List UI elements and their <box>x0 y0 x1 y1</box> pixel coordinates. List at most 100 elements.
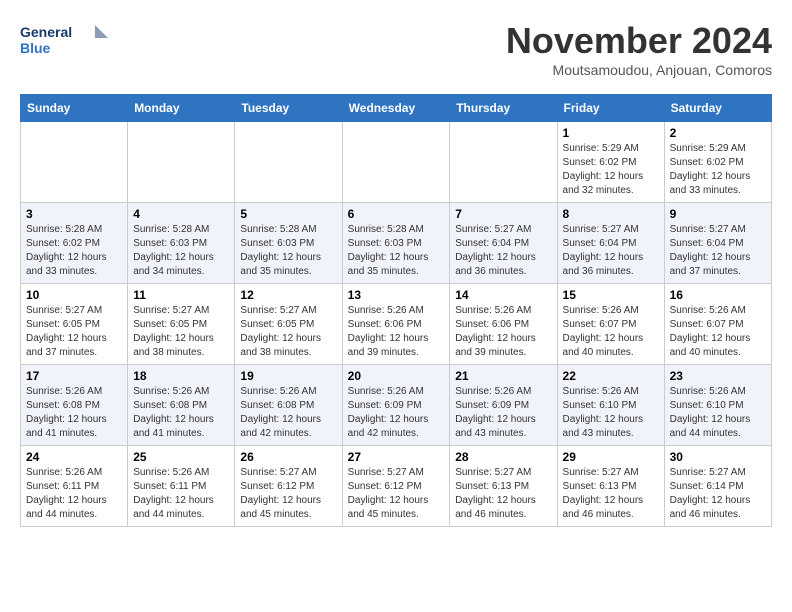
day-number: 25 <box>133 450 229 464</box>
day-number: 16 <box>670 288 766 302</box>
day-number: 12 <box>240 288 336 302</box>
calendar-week-row: 10 Sunrise: 5:27 AM Sunset: 6:05 PM Dayli… <box>21 284 772 365</box>
calendar-cell: 13Sunrise: 5:26 AM Sunset: 6:06 PM Dayli… <box>342 284 450 365</box>
calendar-cell: 12 Sunrise: 5:27 AM Sunset: 6:05 PM Dayli… <box>235 284 342 365</box>
logo-svg: General Blue <box>20 20 110 60</box>
svg-text:General: General <box>20 24 72 40</box>
day-info: Sunrise: 5:27 AM Sunset: 6:12 PM Dayligh… <box>348 466 445 522</box>
calendar-cell: 7 Sunrise: 5:27 AM Sunset: 6:04 PM Daylig… <box>450 203 557 284</box>
day-info: Sunrise: 5:26 AM Sunset: 6:11 PM Dayligh… <box>26 466 122 522</box>
weekday-header: Saturday <box>664 95 771 122</box>
calendar-cell <box>235 122 342 203</box>
day-info: Sunrise: 5:26 AM Sunset: 6:08 PM Dayligh… <box>26 385 122 441</box>
day-info: Sunrise: 5:28 AM Sunset: 6:02 PM Dayligh… <box>26 223 122 279</box>
calendar-cell: 2 Sunrise: 5:29 AM Sunset: 6:02 PM Daylig… <box>664 122 771 203</box>
day-number: 18 <box>133 369 229 383</box>
calendar-header: SundayMondayTuesdayWednesdayThursdayFrid… <box>21 95 772 122</box>
day-info: Sunrise: 5:27 AM Sunset: 6:04 PM Dayligh… <box>455 223 551 279</box>
day-info: Sunrise: 5:27 AM Sunset: 6:05 PM Dayligh… <box>240 304 336 360</box>
calendar-week-row: 1 Sunrise: 5:29 AM Sunset: 6:02 PM Daylig… <box>21 122 772 203</box>
day-info: Sunrise: 5:28 AM Sunset: 6:03 PM Dayligh… <box>133 223 229 279</box>
day-number: 26 <box>240 450 336 464</box>
calendar-cell <box>342 122 450 203</box>
weekday-header: Monday <box>128 95 235 122</box>
day-info: Sunrise: 5:29 AM Sunset: 6:02 PM Dayligh… <box>670 142 766 198</box>
day-number: 21 <box>455 369 551 383</box>
day-number: 3 <box>26 207 122 221</box>
calendar-cell <box>450 122 557 203</box>
month-title: November 2024 <box>506 20 772 62</box>
calendar-cell: 20Sunrise: 5:26 AM Sunset: 6:09 PM Dayli… <box>342 365 450 446</box>
day-number: 29 <box>563 450 659 464</box>
calendar-cell: 29Sunrise: 5:27 AM Sunset: 6:13 PM Dayli… <box>557 446 664 527</box>
day-number: 30 <box>670 450 766 464</box>
calendar-cell: 11 Sunrise: 5:27 AM Sunset: 6:05 PM Dayli… <box>128 284 235 365</box>
day-number: 10 <box>26 288 122 302</box>
day-number: 27 <box>348 450 445 464</box>
day-number: 22 <box>563 369 659 383</box>
day-info: Sunrise: 5:26 AM Sunset: 6:06 PM Dayligh… <box>348 304 445 360</box>
calendar-cell: 1 Sunrise: 5:29 AM Sunset: 6:02 PM Daylig… <box>557 122 664 203</box>
title-section: November 2024 Moutsamoudou, Anjouan, Com… <box>506 20 772 78</box>
weekday-header: Sunday <box>21 95 128 122</box>
day-info: Sunrise: 5:26 AM Sunset: 6:10 PM Dayligh… <box>563 385 659 441</box>
day-info: Sunrise: 5:26 AM Sunset: 6:11 PM Dayligh… <box>133 466 229 522</box>
calendar-cell: 4 Sunrise: 5:28 AM Sunset: 6:03 PM Daylig… <box>128 203 235 284</box>
calendar-cell: 28Sunrise: 5:27 AM Sunset: 6:13 PM Dayli… <box>450 446 557 527</box>
calendar-cell: 27 Sunrise: 5:27 AM Sunset: 6:12 PM Dayli… <box>342 446 450 527</box>
location: Moutsamoudou, Anjouan, Comoros <box>506 62 772 78</box>
day-info: Sunrise: 5:26 AM Sunset: 6:08 PM Dayligh… <box>240 385 336 441</box>
calendar-cell: 10 Sunrise: 5:27 AM Sunset: 6:05 PM Dayli… <box>21 284 128 365</box>
day-info: Sunrise: 5:26 AM Sunset: 6:07 PM Dayligh… <box>670 304 766 360</box>
calendar-week-row: 17 Sunrise: 5:26 AM Sunset: 6:08 PM Dayli… <box>21 365 772 446</box>
day-number: 15 <box>563 288 659 302</box>
day-number: 23 <box>670 369 766 383</box>
logo: General Blue <box>20 20 110 60</box>
day-info: Sunrise: 5:26 AM Sunset: 6:06 PM Dayligh… <box>455 304 551 360</box>
day-info: Sunrise: 5:27 AM Sunset: 6:04 PM Dayligh… <box>563 223 659 279</box>
calendar-cell <box>128 122 235 203</box>
weekday-header: Friday <box>557 95 664 122</box>
calendar-cell: 22 Sunrise: 5:26 AM Sunset: 6:10 PM Dayli… <box>557 365 664 446</box>
calendar-cell: 25 Sunrise: 5:26 AM Sunset: 6:11 PM Dayli… <box>128 446 235 527</box>
day-number: 11 <box>133 288 229 302</box>
day-number: 5 <box>240 207 336 221</box>
calendar-cell <box>21 122 128 203</box>
page-header: General Blue November 2024 Moutsamoudou,… <box>20 20 772 78</box>
day-number: 9 <box>670 207 766 221</box>
day-info: Sunrise: 5:26 AM Sunset: 6:09 PM Dayligh… <box>455 385 551 441</box>
day-number: 6 <box>348 207 445 221</box>
day-number: 2 <box>670 126 766 140</box>
day-number: 7 <box>455 207 551 221</box>
day-number: 19 <box>240 369 336 383</box>
day-info: Sunrise: 5:28 AM Sunset: 6:03 PM Dayligh… <box>348 223 445 279</box>
calendar-cell: 30Sunrise: 5:27 AM Sunset: 6:14 PM Dayli… <box>664 446 771 527</box>
calendar-week-row: 24Sunrise: 5:26 AM Sunset: 6:11 PM Dayli… <box>21 446 772 527</box>
day-info: Sunrise: 5:28 AM Sunset: 6:03 PM Dayligh… <box>240 223 336 279</box>
calendar-cell: 19 Sunrise: 5:26 AM Sunset: 6:08 PM Dayli… <box>235 365 342 446</box>
calendar-table: SundayMondayTuesdayWednesdayThursdayFrid… <box>20 94 772 527</box>
weekday-header: Thursday <box>450 95 557 122</box>
calendar-cell: 21 Sunrise: 5:26 AM Sunset: 6:09 PM Dayli… <box>450 365 557 446</box>
calendar-cell: 23Sunrise: 5:26 AM Sunset: 6:10 PM Dayli… <box>664 365 771 446</box>
day-info: Sunrise: 5:29 AM Sunset: 6:02 PM Dayligh… <box>563 142 659 198</box>
calendar-cell: 8 Sunrise: 5:27 AM Sunset: 6:04 PM Daylig… <box>557 203 664 284</box>
calendar-cell: 18 Sunrise: 5:26 AM Sunset: 6:08 PM Dayli… <box>128 365 235 446</box>
day-info: Sunrise: 5:27 AM Sunset: 6:05 PM Dayligh… <box>26 304 122 360</box>
day-info: Sunrise: 5:27 AM Sunset: 6:12 PM Dayligh… <box>240 466 336 522</box>
calendar-cell: 26 Sunrise: 5:27 AM Sunset: 6:12 PM Dayli… <box>235 446 342 527</box>
calendar-cell: 9 Sunrise: 5:27 AM Sunset: 6:04 PM Daylig… <box>664 203 771 284</box>
day-number: 4 <box>133 207 229 221</box>
calendar-cell: 14 Sunrise: 5:26 AM Sunset: 6:06 PM Dayli… <box>450 284 557 365</box>
calendar-cell: 6 Sunrise: 5:28 AM Sunset: 6:03 PM Daylig… <box>342 203 450 284</box>
day-number: 14 <box>455 288 551 302</box>
day-info: Sunrise: 5:27 AM Sunset: 6:13 PM Dayligh… <box>455 466 551 522</box>
day-info: Sunrise: 5:26 AM Sunset: 6:07 PM Dayligh… <box>563 304 659 360</box>
day-number: 1 <box>563 126 659 140</box>
day-info: Sunrise: 5:26 AM Sunset: 6:08 PM Dayligh… <box>133 385 229 441</box>
day-info: Sunrise: 5:27 AM Sunset: 6:05 PM Dayligh… <box>133 304 229 360</box>
day-number: 17 <box>26 369 122 383</box>
day-number: 8 <box>563 207 659 221</box>
day-info: Sunrise: 5:27 AM Sunset: 6:04 PM Dayligh… <box>670 223 766 279</box>
calendar-cell: 17 Sunrise: 5:26 AM Sunset: 6:08 PM Dayli… <box>21 365 128 446</box>
